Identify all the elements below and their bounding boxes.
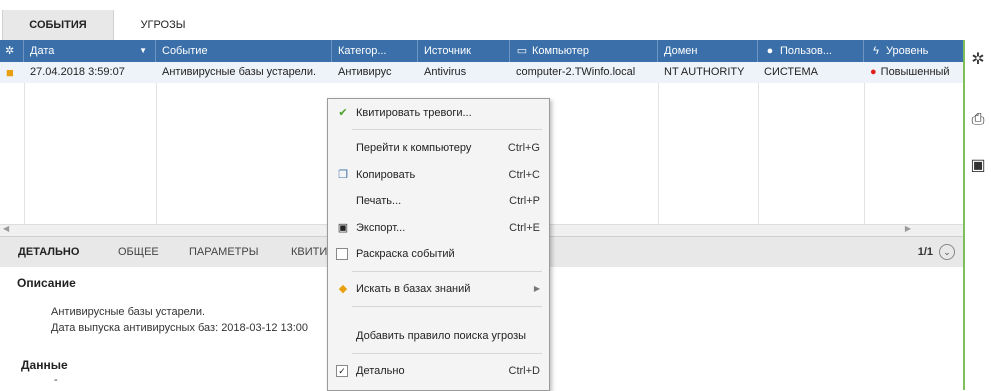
right-toolbar — [963, 40, 991, 390]
description-line-2: Дата выпуска антивирусных баз: 2018-03-1… — [51, 322, 309, 334]
column-date[interactable]: Дата ▼ — [24, 40, 156, 62]
column-user[interactable]: ● Пользов... — [758, 40, 864, 62]
gear-icon: ✲ — [5, 45, 15, 57]
menu-shortcut: Ctrl+C — [508, 169, 540, 181]
monitor-icon: ▭ — [516, 45, 528, 57]
column-divider — [758, 83, 759, 224]
menu-item-acknowledge[interactable]: ✔ Квитировать тревоги... — [328, 102, 549, 124]
data-value: - — [54, 374, 58, 386]
tab-parameters[interactable]: ПАРАМЕТРЫ — [189, 237, 258, 267]
user-icon: ● — [766, 45, 774, 57]
menu-item-event-coloring[interactable]: Раскраска событий — [328, 243, 549, 265]
menu-item-copy-label: Копировать — [356, 169, 416, 181]
printer-icon[interactable]: ⎙ — [968, 110, 988, 130]
tab-detailed[interactable]: ДЕТАЛЬНО — [18, 237, 79, 267]
column-user-label: Пользов... — [780, 45, 832, 57]
column-date-label: Дата — [30, 45, 55, 57]
menu-item-export-label: Экспорт... — [356, 222, 406, 234]
save-icon[interactable]: ▣ — [968, 156, 988, 176]
tab-events[interactable]: СОБЫТИЯ — [2, 10, 114, 40]
floppy-icon: ▣ — [337, 222, 349, 234]
cell-user: СИСТЕМА — [764, 66, 818, 78]
cell-level-label: Повышенный — [880, 66, 950, 78]
menu-item-add-rule-label: Добавить правило поиска угрозы — [356, 330, 527, 342]
column-source[interactable]: Источник — [418, 40, 510, 62]
menu-shortcut: Ctrl+P — [509, 195, 540, 207]
scroll-left-icon[interactable]: ◀ — [3, 224, 9, 233]
menu-item-go-to-computer-label: Перейти к компьютеру — [356, 142, 472, 154]
column-level[interactable]: ϟ Уровень — [864, 40, 963, 62]
cell-computer: computer-2.TWinfo.local — [516, 66, 636, 78]
check-icon: ✔ — [338, 107, 348, 119]
knowledge-base-icon: ◆ — [338, 283, 348, 295]
lock-icon: ■ — [6, 65, 14, 80]
menu-item-add-rule[interactable]: Добавить правило поиска угрозы — [328, 325, 549, 347]
column-divider — [156, 83, 157, 224]
column-domain[interactable]: Домен — [658, 40, 758, 62]
menu-item-detailed[interactable]: ✓ Детально Ctrl+D — [328, 360, 549, 382]
menu-separator — [352, 129, 542, 130]
column-event[interactable]: Событие — [156, 40, 332, 62]
context-menu: ✔ Квитировать тревоги... Перейти к компь… — [327, 98, 550, 391]
data-title: Данные — [21, 358, 68, 372]
menu-item-acknowledge-label: Квитировать тревоги... — [356, 107, 472, 119]
lightning-icon: ϟ — [873, 45, 879, 57]
level-dot-icon: ● — [870, 66, 877, 78]
cell-domain: NT AUTHORITY — [664, 66, 745, 78]
column-computer-label: Компьютер — [532, 45, 589, 57]
settings-gear-icon[interactable]: ✲ — [968, 50, 988, 70]
menu-item-event-coloring-label: Раскраска событий — [356, 248, 455, 260]
cell-source: Antivirus — [424, 66, 467, 78]
menu-shortcut: Ctrl+E — [509, 222, 540, 234]
sort-desc-icon[interactable]: ▼ — [139, 40, 147, 62]
menu-item-copy[interactable]: ❐ Копировать Ctrl+C — [328, 164, 549, 186]
copy-icon: ❐ — [338, 169, 348, 181]
tab-general[interactable]: ОБЩЕЕ — [118, 237, 159, 267]
menu-shortcut: Ctrl+G — [507, 142, 540, 154]
tab-ack[interactable]: КВИТИ — [291, 237, 327, 267]
coloring-checkbox[interactable] — [336, 248, 348, 260]
menu-item-print-label: Печать... — [356, 195, 402, 207]
cell-category: Антивирус — [338, 66, 392, 78]
menu-separator — [352, 271, 542, 272]
column-divider — [864, 83, 865, 224]
menu-item-search-kb[interactable]: ◆ Искать в базах знаний ▶ — [328, 278, 549, 300]
column-divider — [24, 83, 25, 224]
grid-header: ✲ Дата ▼ Событие Категор... Источник ▭ Ко… — [0, 40, 963, 62]
cell-level: ● Повышенный — [864, 62, 963, 83]
pager-label: 1/1 — [917, 246, 933, 258]
cell-date: 27.04.2018 3:59:07 — [30, 66, 125, 78]
column-computer[interactable]: ▭ Компьютер — [510, 40, 658, 62]
menu-separator — [352, 306, 542, 307]
column-divider — [658, 83, 659, 224]
column-category[interactable]: Категор... — [332, 40, 418, 62]
menu-item-go-to-computer[interactable]: Перейти к компьютеру Ctrl+G — [328, 137, 549, 159]
menu-separator — [352, 353, 542, 354]
detailed-checkbox[interactable]: ✓ — [336, 365, 348, 377]
description-line-1: Антивирусные базы устарели. — [51, 306, 206, 318]
menu-item-detailed-label: Детально — [356, 365, 405, 377]
cell-event: Антивирусные базы устарели. — [162, 66, 317, 78]
table-row[interactable]: ■ 27.04.2018 3:59:07 Антивирусные базы у… — [0, 62, 963, 83]
column-settings-button[interactable]: ✲ — [0, 40, 24, 62]
column-level-label: Уровень — [886, 45, 929, 57]
scroll-right-icon[interactable]: ▶ — [905, 224, 911, 233]
menu-shortcut: Ctrl+D — [508, 365, 540, 377]
menu-item-print[interactable]: Печать... Ctrl+P — [328, 190, 549, 212]
description-title: Описание — [17, 276, 76, 290]
top-tab-bar: СОБЫТИЯ УГРОЗЫ — [0, 0, 991, 40]
chevron-down-icon[interactable]: ⌄ — [939, 244, 955, 260]
submenu-arrow-icon: ▶ — [533, 284, 540, 293]
menu-item-search-kb-label: Искать в базах знаний — [356, 283, 471, 295]
menu-item-export[interactable]: ▣ Экспорт... Ctrl+E — [328, 217, 549, 239]
tab-threats[interactable]: УГРОЗЫ — [118, 10, 208, 40]
